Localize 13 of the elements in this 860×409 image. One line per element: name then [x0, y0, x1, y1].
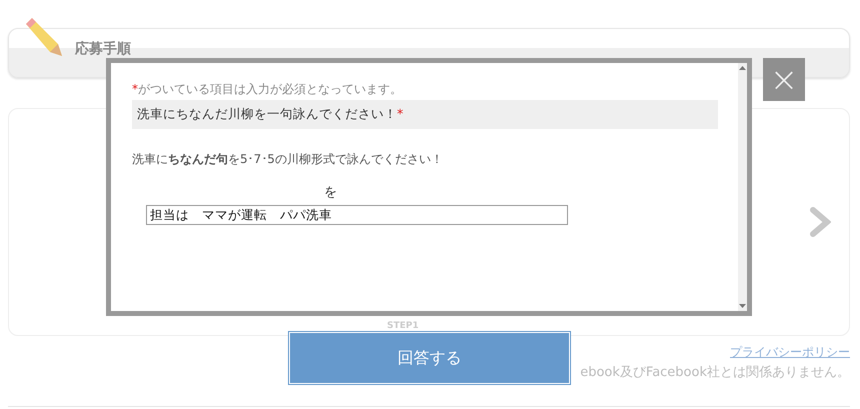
submit-button[interactable]: 回答する: [289, 332, 570, 384]
instruction-text: 洗車にちなんだ句を5･7･5の川柳形式で詠んでください！: [132, 151, 444, 168]
scrollbar[interactable]: [738, 63, 747, 311]
disclaimer-text: ebook及びFacebook社とは関係ありません。: [580, 364, 850, 381]
required-note: *がついている項目は入力が必須となっています。: [132, 81, 403, 98]
close-button[interactable]: ×: [763, 58, 805, 101]
answer-field[interactable]: 担当は ママが運転 パパ洗車: [146, 205, 568, 225]
field-caption: を: [324, 184, 338, 201]
section-title: 応募手順: [75, 41, 131, 57]
scroll-up-icon[interactable]: [739, 66, 746, 70]
privacy-policy-link[interactable]: プライバシーポリシー: [730, 344, 850, 361]
scroll-down-icon[interactable]: [739, 304, 746, 308]
question-label: 洗車にちなんだ川柳を一句詠んでください！*: [132, 100, 718, 129]
